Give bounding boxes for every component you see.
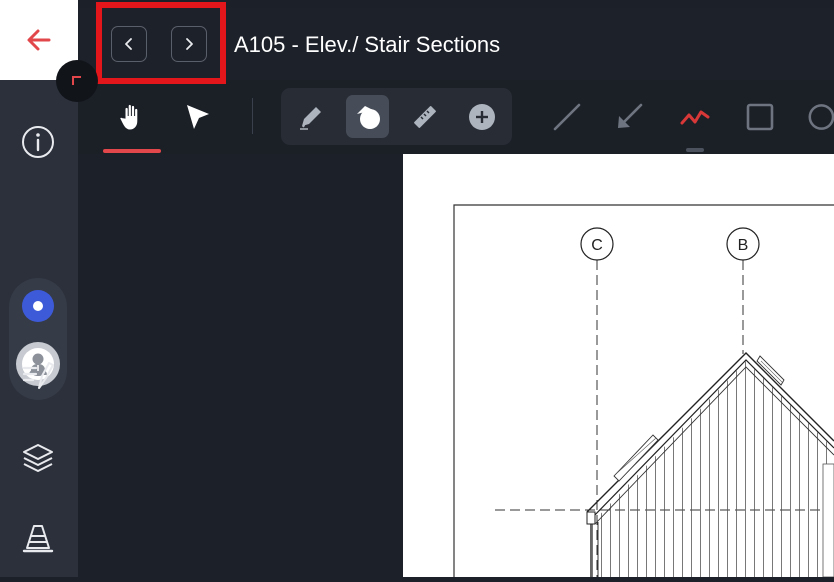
arrow-left-icon	[27, 29, 51, 51]
sheet-title: A105 - Elev./ Stair Sections	[234, 32, 501, 57]
grid-label-c: C	[591, 237, 603, 254]
line-tool[interactable]	[546, 96, 588, 138]
active-tool-indicator	[103, 149, 161, 153]
pan-tool[interactable]	[111, 96, 153, 138]
add-tool[interactable]	[461, 96, 503, 138]
line-icon	[553, 103, 581, 131]
elevation-drawing: C B	[453, 204, 834, 578]
issues-button[interactable]	[14, 514, 62, 562]
layers-icon	[23, 444, 53, 472]
circle-tool[interactable]	[803, 96, 834, 138]
cone-icon	[22, 525, 54, 553]
measure-tool[interactable]	[404, 96, 446, 138]
shape-icon	[357, 106, 380, 129]
ruler-icon	[414, 106, 436, 128]
tool-options-caret[interactable]	[686, 148, 704, 152]
pen-tool[interactable]	[290, 96, 332, 138]
toolbar-divider	[252, 98, 253, 134]
rectangle-tool[interactable]	[739, 96, 781, 138]
grid-label-b: B	[738, 237, 749, 254]
markup-list-icon	[22, 362, 54, 389]
hand-icon	[119, 103, 139, 131]
status-button[interactable]	[22, 290, 54, 322]
arrow-tool[interactable]	[608, 96, 650, 138]
collapse-sidebar-button[interactable]	[56, 60, 98, 102]
dot-icon	[33, 301, 43, 311]
select-tool[interactable]	[176, 96, 218, 138]
rectangle-icon	[746, 103, 774, 131]
plus-circle-icon	[469, 104, 495, 130]
layers-button[interactable]	[14, 434, 62, 482]
arrow-icon	[618, 103, 643, 128]
pointer-icon	[187, 105, 209, 129]
info-button[interactable]	[14, 118, 62, 166]
grid-bubble-c: C	[580, 227, 614, 261]
circle-icon	[808, 104, 834, 130]
grid-bubble-b: B	[726, 227, 760, 261]
polyline-icon	[680, 110, 710, 125]
pen-icon	[300, 107, 321, 130]
drawing-sheet[interactable]: C B	[403, 154, 834, 578]
left-sidebar	[0, 80, 78, 577]
info-icon	[22, 126, 54, 158]
shape-tool[interactable]	[347, 96, 389, 138]
markups-button[interactable]	[14, 352, 62, 400]
polyline-tool[interactable]	[674, 96, 716, 138]
corner-arrow-icon	[72, 76, 81, 85]
nav-highlight-box	[96, 2, 226, 84]
